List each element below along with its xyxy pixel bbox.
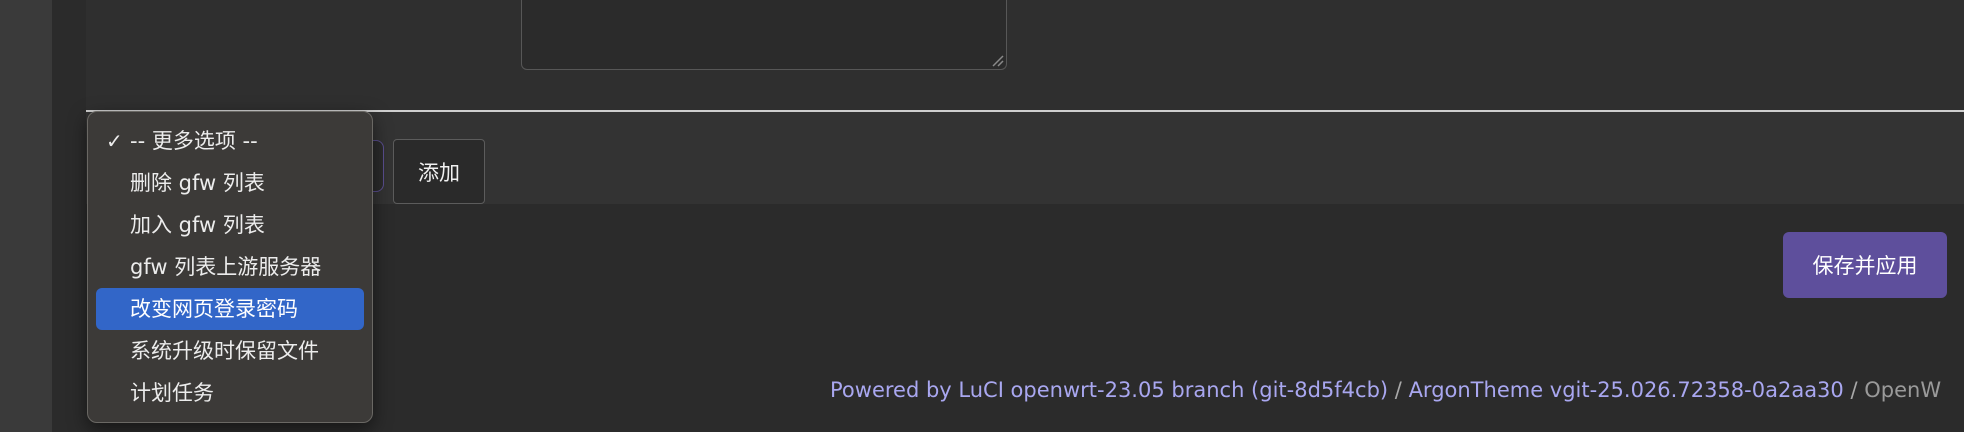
option-label: 计划任务 [130,381,214,405]
dropdown-option-keep-files-on-upgrade[interactable]: 系统升级时保留文件 [96,330,364,372]
add-button[interactable]: 添加 [393,139,485,204]
left-sidebar-strip [0,0,52,432]
dropdown-option-delete-gfw-list[interactable]: 删除 gfw 列表 [96,162,364,204]
config-textarea[interactable] [521,0,1007,70]
footer-separator: / [1394,378,1402,402]
checkmark-icon: ✓ [106,129,123,153]
footer-luci-link[interactable]: Powered by LuCI openwrt-23.05 branch (gi… [830,378,1388,402]
option-label: 删除 gfw 列表 [130,171,265,195]
dropdown-option-change-password[interactable]: 改变网页登录密码 [96,288,364,330]
save-apply-button[interactable]: 保存并应用 [1783,232,1947,298]
more-options-dropdown[interactable]: ✓ -- 更多选项 -- 删除 gfw 列表 加入 gfw 列表 gfw 列表上… [87,111,373,423]
dropdown-option-scheduled-tasks[interactable]: 计划任务 [96,372,364,414]
option-label: 加入 gfw 列表 [130,213,265,237]
footer-theme-link[interactable]: ArgonTheme vgit-25.026.72358-0a2aa30 [1409,378,1844,402]
dropdown-option-add-gfw-list[interactable]: 加入 gfw 列表 [96,204,364,246]
option-label: 改变网页登录密码 [130,297,298,321]
dropdown-option-more-options[interactable]: ✓ -- 更多选项 -- [96,120,364,162]
footer-separator: / [1850,378,1858,402]
option-label: -- 更多选项 -- [130,129,258,153]
option-label: gfw 列表上游服务器 [130,255,322,279]
resize-grip-icon[interactable] [990,53,1004,67]
form-section-panel [86,0,1964,110]
footer-openwrt-link[interactable]: OpenW [1864,378,1941,402]
dropdown-option-gfw-upstream-servers[interactable]: gfw 列表上游服务器 [96,246,364,288]
footer: Powered by LuCI openwrt-23.05 branch (gi… [830,378,1941,402]
option-label: 系统升级时保留文件 [130,339,319,363]
